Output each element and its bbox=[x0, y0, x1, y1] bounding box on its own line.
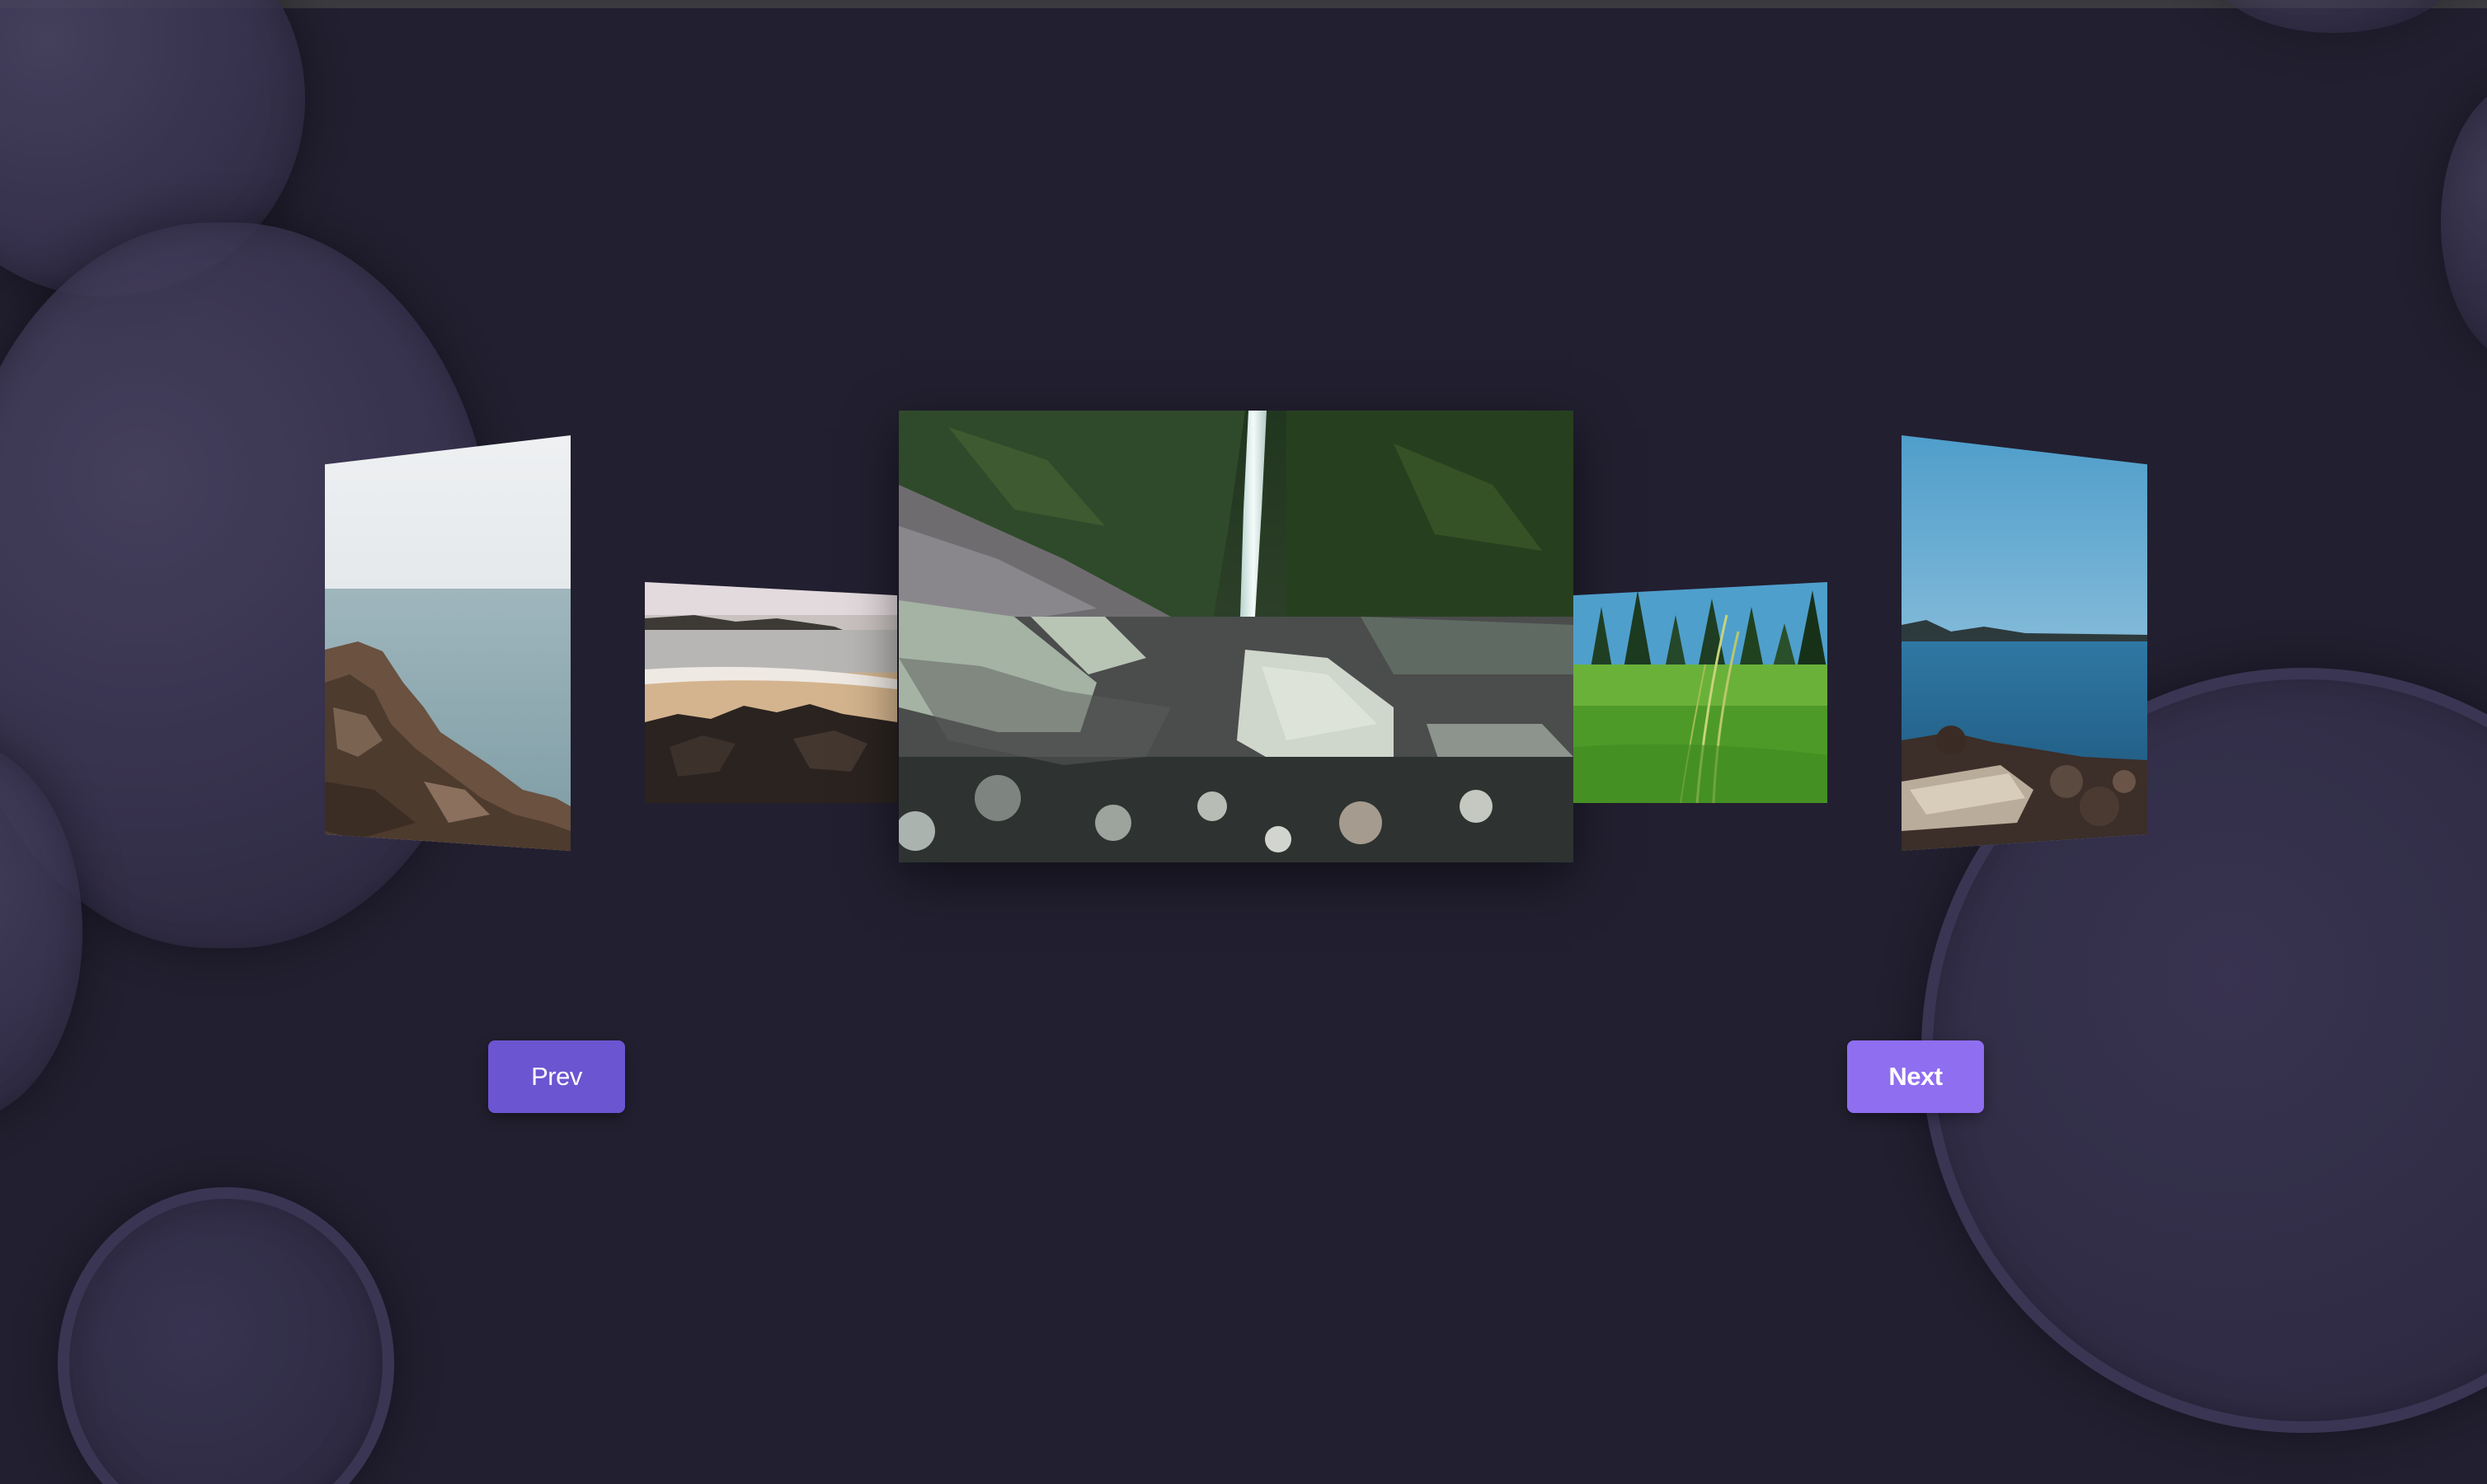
slide-waterfall[interactable] bbox=[899, 411, 1573, 862]
slide-rocky-coast[interactable] bbox=[325, 435, 571, 851]
slide-grass-meadow[interactable] bbox=[1573, 582, 1827, 803]
slide-lake-shore[interactable] bbox=[1902, 435, 2147, 851]
carousel-page: Prev Next bbox=[0, 0, 2487, 1484]
waterfall-image bbox=[899, 411, 1573, 862]
prev-button[interactable]: Prev bbox=[488, 1040, 625, 1113]
next-button[interactable]: Next bbox=[1847, 1040, 1984, 1113]
beach-rocks-image bbox=[645, 582, 897, 803]
lake-shore-image bbox=[1902, 435, 2147, 851]
slide-beach-rocks[interactable] bbox=[645, 582, 897, 803]
carousel-stage bbox=[0, 0, 2487, 1484]
rocky-coast-image bbox=[325, 435, 571, 851]
grass-meadow-image bbox=[1573, 582, 1827, 803]
